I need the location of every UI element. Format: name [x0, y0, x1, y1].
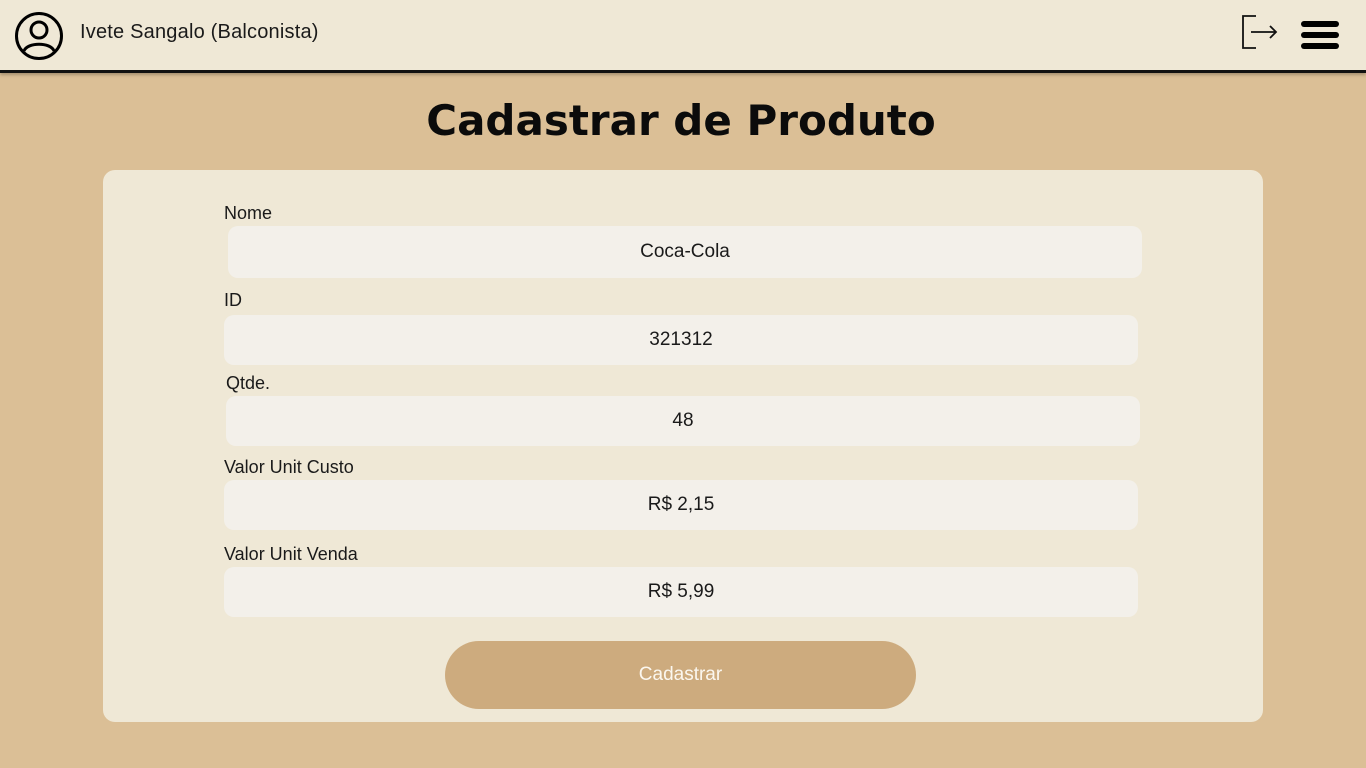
register-button[interactable]: Cadastrar — [445, 641, 916, 709]
unit-cost-field[interactable] — [224, 480, 1138, 530]
name-field[interactable] — [228, 226, 1142, 278]
id-field[interactable] — [224, 315, 1138, 365]
quantity-field[interactable] — [226, 396, 1140, 446]
name-label: Nome — [224, 203, 273, 223]
unit-cost-label: Valor Unit Custo — [224, 457, 354, 477]
page-title: Cadastrar de Produto — [426, 96, 936, 145]
quantity-label: Qtde. — [226, 373, 271, 393]
unit-price-label: Valor Unit Venda — [224, 544, 358, 564]
id-label: ID — [224, 290, 242, 310]
logout-icon[interactable] — [1238, 12, 1278, 52]
user-name: Ivete Sangalo (Balconista) — [80, 21, 319, 43]
top-bar: Ivete Sangalo (Balconista) — [0, 0, 1366, 73]
unit-price-field[interactable] — [224, 567, 1138, 617]
user-circle-icon[interactable] — [14, 11, 64, 61]
hamburger-menu-icon[interactable] — [1300, 18, 1340, 52]
